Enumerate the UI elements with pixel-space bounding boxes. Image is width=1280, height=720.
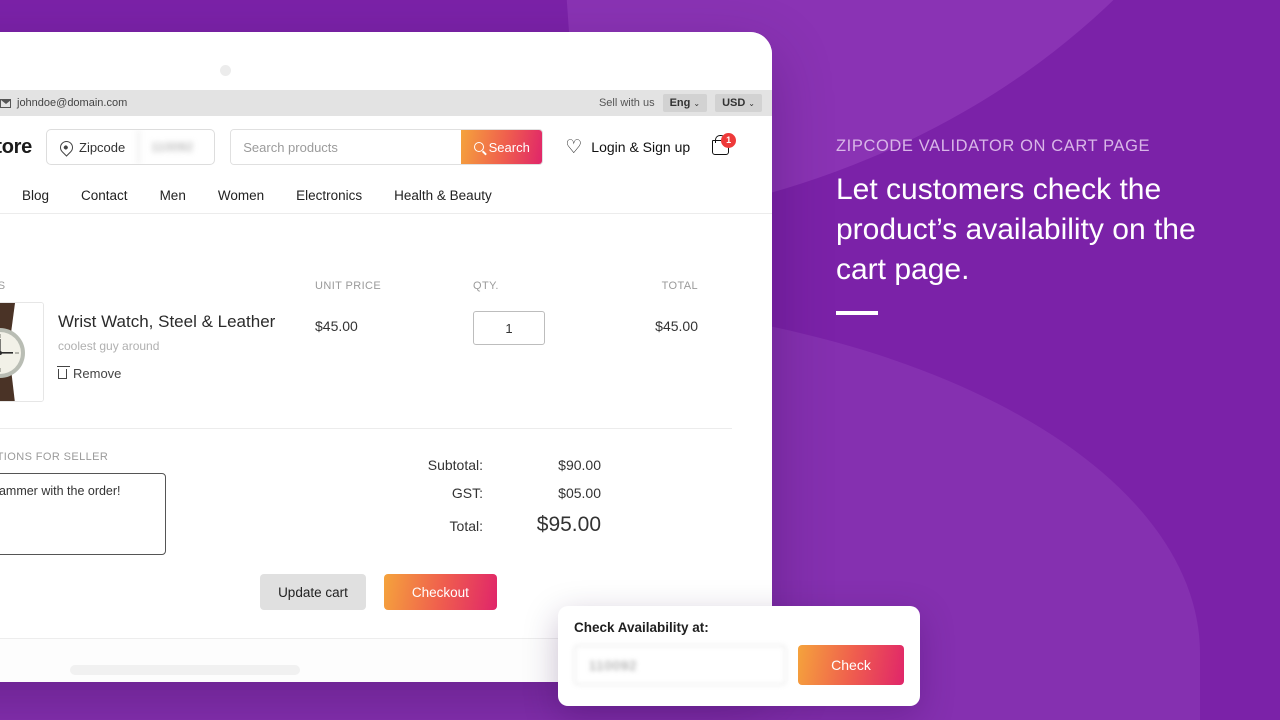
total-label: Total:: [449, 518, 483, 534]
gst-label: GST:: [451, 485, 483, 501]
check-availability-button[interactable]: Check: [798, 645, 904, 685]
language-selector-label: Eng: [669, 97, 691, 109]
search-button[interactable]: Search: [461, 130, 543, 164]
marketing-copy: ZIPCODE VALIDATOR ON CART PAGE Let custo…: [836, 137, 1196, 315]
zipcode-label-text: Zipcode: [79, 139, 126, 155]
product-qty: [473, 302, 623, 345]
totals-row-total: Total: $95.00: [378, 513, 601, 537]
totals-row-gst: GST: $05.00: [378, 485, 601, 501]
wrist-watch-image: [0, 303, 43, 401]
zipcode-value[interactable]: 110092: [138, 130, 214, 164]
product-thumbnail[interactable]: [0, 302, 44, 402]
currency-selector-label: USD: [722, 97, 746, 109]
footer-placeholder-bar: [70, 665, 300, 675]
webcam-icon: [220, 65, 231, 76]
trash-icon: [56, 365, 70, 379]
seller-instructions-label: UCTIONS FOR SELLER: [0, 451, 109, 463]
total-value: $95.00: [536, 513, 601, 536]
cart-count-badge: 1: [721, 132, 737, 148]
utility-bar: johndoe@domain.com Sell with us Eng ⌄ US…: [0, 90, 772, 116]
nav-item-men[interactable]: Men: [160, 188, 186, 203]
cart-actions: e shopping Update cart Checkout: [0, 560, 772, 610]
marketing-eyebrow: ZIPCODE VALIDATOR ON CART PAGE: [836, 137, 1151, 155]
totals-row-subtotal: Subtotal: $90.00: [378, 457, 601, 473]
chevron-down-icon: ⌄: [693, 98, 701, 108]
envelope-icon: [0, 98, 11, 108]
account-link[interactable]: ♡ Login & Sign up: [565, 138, 690, 157]
cart-table-header: AILS UNIT PRICE QTY. TOTAL: [0, 280, 732, 302]
account-link-label: Login & Sign up: [591, 139, 691, 155]
nav-item-contact[interactable]: Contact: [81, 188, 128, 203]
chevron-down-icon: ⌄: [748, 98, 755, 108]
cart-lower-section: UCTIONS FOR SELLER hammer with the order…: [0, 429, 772, 560]
order-totals: Subtotal: $90.00 GST: $05.00 Total: $95.…: [378, 451, 601, 560]
update-cart-button[interactable]: Update cart: [260, 574, 366, 610]
site-header: g store Zipcode 110092 Search ♡ Login & …: [0, 116, 772, 178]
product-line-total: $45.00: [655, 318, 698, 334]
cart-item-row: Wrist Watch, Steel & Leather coolest guy…: [0, 302, 732, 429]
marketing-headline: Let customers check the product’s availa…: [836, 173, 1196, 287]
currency-selector[interactable]: USD ⌄: [715, 94, 762, 112]
gst-value: $05.00: [558, 485, 601, 501]
contact-email-text: johndoe@domain.com: [17, 97, 128, 109]
store-logo[interactable]: g store: [0, 136, 46, 159]
product-unit-price: $45.00: [315, 318, 358, 334]
page-title: rt: [0, 236, 732, 260]
subtotal-value: $90.00: [558, 457, 601, 473]
quantity-input[interactable]: [473, 311, 545, 345]
nav-item-health-beauty[interactable]: Health & Beauty: [394, 188, 492, 203]
zipcode-selector[interactable]: Zipcode 110092: [46, 129, 216, 165]
availability-popup: Check Availability at: 110092 Check: [558, 606, 920, 706]
search-icon: [473, 142, 484, 152]
heart-icon: ♡: [565, 136, 583, 158]
device-bezel: [0, 32, 772, 90]
product-info: Wrist Watch, Steel & Leather coolest guy…: [56, 302, 315, 381]
language-selector[interactable]: Eng ⌄: [662, 94, 708, 112]
device-mockup: johndoe@domain.com Sell with us Eng ⌄ US…: [0, 32, 772, 682]
nav-item-women[interactable]: Women: [218, 188, 264, 203]
nav-item-blog[interactable]: Blog: [22, 188, 49, 203]
main-navigation: Blog Contact Men Women Electronics Healt…: [0, 178, 772, 214]
subtotal-label: Subtotal:: [427, 457, 483, 473]
marketing-rule: [836, 310, 878, 315]
column-header-qty: QTY.: [473, 280, 499, 292]
search-bar: Search: [230, 129, 544, 165]
checkout-button[interactable]: Checkout: [383, 574, 497, 610]
column-header-unit-price: UNIT PRICE: [315, 280, 382, 292]
search-button-label: Search: [488, 139, 530, 155]
nav-item-electronics[interactable]: Electronics: [296, 188, 362, 203]
availability-zipcode-input[interactable]: 110092: [574, 645, 786, 685]
product-name[interactable]: Wrist Watch, Steel & Leather: [58, 312, 315, 332]
search-input[interactable]: [231, 130, 462, 164]
seller-instructions: UCTIONS FOR SELLER hammer with the order…: [0, 451, 330, 560]
seller-instructions-input[interactable]: hammer with the order!: [0, 473, 166, 555]
cart-button[interactable]: 1: [712, 132, 737, 155]
remove-item-button[interactable]: Remove: [56, 365, 315, 381]
availability-popup-label: Check Availability at:: [574, 620, 709, 635]
contact-email: johndoe@domain.com: [0, 97, 127, 109]
zipcode-label: Zipcode: [47, 130, 138, 164]
column-header-details: AILS: [0, 280, 6, 292]
location-pin-icon: [57, 137, 76, 157]
column-header-total: TOTAL: [661, 280, 698, 292]
cart-page: rt AILS UNIT PRICE QTY. TOTAL: [0, 214, 772, 429]
sell-with-us-link[interactable]: Sell with us: [599, 97, 655, 109]
product-subtitle: coolest guy around: [58, 339, 160, 353]
remove-item-label: Remove: [73, 366, 122, 381]
